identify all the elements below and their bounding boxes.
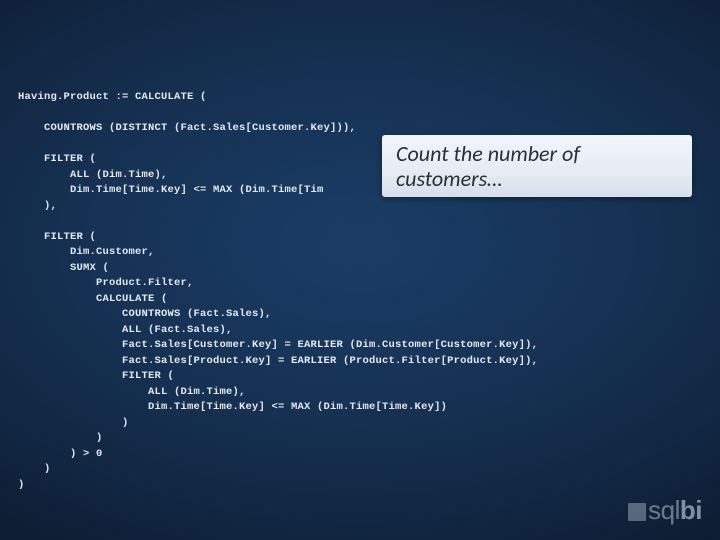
logo-part1: sql [648,495,680,526]
sqlbi-logo: sqlbi [628,495,702,526]
callout-box: Count the number of customers… [382,135,692,197]
logo-part2: bi [680,495,702,526]
callout-text: Count the number of customers… [396,141,580,192]
logo-square-icon [628,503,646,521]
